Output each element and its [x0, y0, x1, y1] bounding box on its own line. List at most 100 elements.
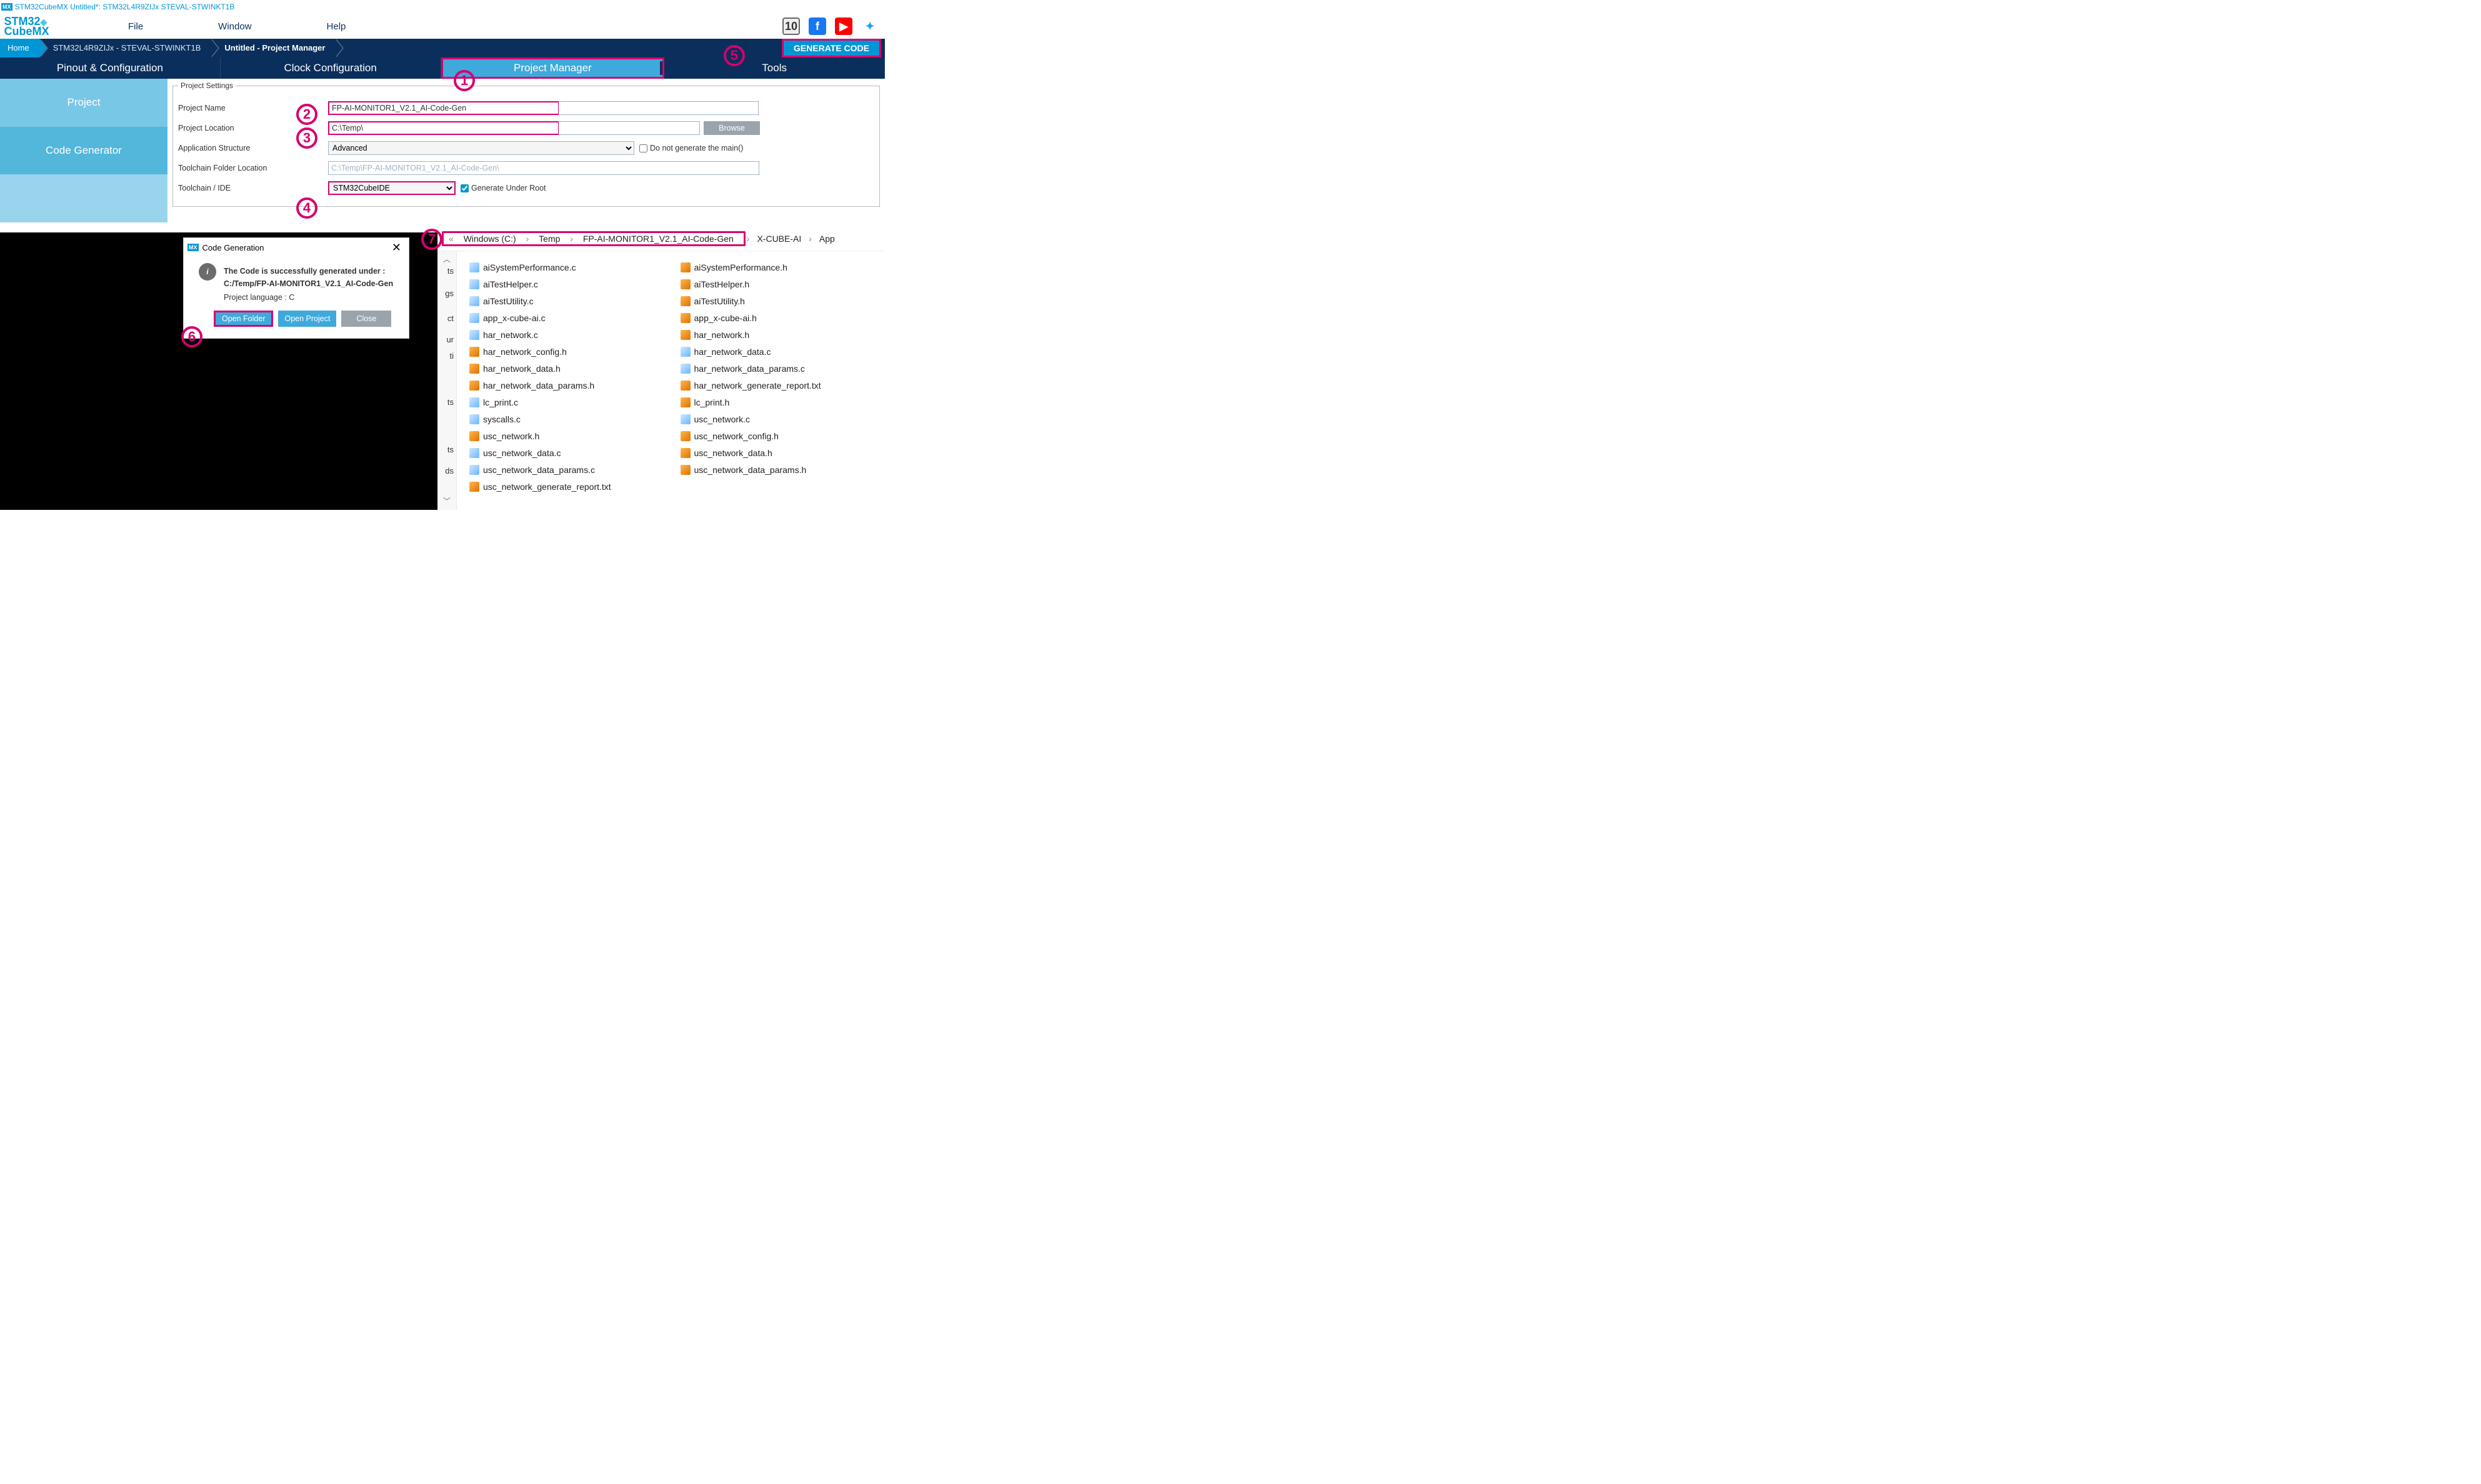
explorer-seg-0[interactable]: Windows (C:)	[457, 232, 522, 246]
callout-2: 2	[296, 104, 317, 125]
file-name: aiTestUtility.h	[694, 296, 745, 306]
file-item[interactable]: har_network_data_params.h	[469, 377, 668, 394]
file-item[interactable]: usc_network_data_params.h	[681, 461, 879, 478]
dialog-close-button[interactable]: ✕	[388, 241, 405, 254]
twitter-icon[interactable]: ✦	[861, 17, 879, 35]
tab-tools[interactable]: Tools	[664, 57, 885, 79]
tab-clock[interactable]: Clock Configuration	[221, 57, 441, 79]
c-file-icon	[469, 262, 479, 272]
file-item[interactable]: lc_print.c	[469, 394, 668, 411]
explorer-seg-2[interactable]: FP-AI-MONITOR1_V2.1_AI-Code-Gen	[577, 232, 740, 246]
file-item[interactable]: syscalls.c	[469, 411, 668, 427]
h-file-icon	[469, 364, 479, 374]
crumb-page[interactable]: Untitled - Project Manager	[211, 39, 335, 57]
generate-code-button[interactable]: GENERATE CODE	[782, 39, 881, 57]
file-name: har_network_data_params.c	[694, 364, 805, 374]
label-toolchain-folder: Toolchain Folder Location	[178, 164, 328, 172]
file-item[interactable]: har_network_data.c	[681, 343, 879, 360]
file-name: har_network_data.c	[694, 347, 771, 357]
menu-file[interactable]: File	[128, 21, 143, 32]
explorer-seg-4[interactable]: App	[813, 232, 841, 246]
checkbox-no-main-input[interactable]	[639, 144, 647, 152]
file-item[interactable]: app_x-cube-ai.c	[469, 309, 668, 326]
c-file-icon	[469, 397, 479, 407]
file-item[interactable]: usc_network.h	[469, 427, 668, 444]
h-file-icon	[681, 313, 691, 323]
scroll-up-icon[interactable]: ︿	[443, 254, 451, 264]
sidebar-item-project[interactable]: Project	[0, 79, 167, 127]
browse-button[interactable]: Browse	[704, 121, 760, 135]
tab-project-manager[interactable]: Project Manager	[441, 57, 665, 79]
h-file-icon	[681, 431, 691, 441]
file-item[interactable]: har_network_data_params.c	[681, 360, 879, 377]
explorer-seg-3[interactable]: X-CUBE-AI	[751, 232, 807, 246]
sidebar-item-code-generator[interactable]: Code Generator	[0, 127, 167, 175]
window-titlebar: MX STM32CubeMX Untitled*: STM32L4R9ZIJx …	[0, 0, 885, 14]
c-file-icon	[681, 414, 691, 424]
checkbox-gen-under-root[interactable]: Generate Under Root	[461, 184, 546, 192]
file-name: usc_network_data.h	[694, 448, 772, 458]
file-item[interactable]: app_x-cube-ai.h	[681, 309, 879, 326]
youtube-icon[interactable]: ▶	[835, 17, 852, 35]
file-item[interactable]: lc_print.h	[681, 394, 879, 411]
h-file-icon	[681, 279, 691, 289]
callout-5: 5	[724, 45, 745, 66]
explorer-crumb-highlight: « Windows (C:) › Temp › FP-AI-MONITOR1_V…	[442, 231, 746, 246]
checkbox-gen-under-root-input[interactable]	[461, 184, 469, 192]
file-item[interactable]: har_network_config.h	[469, 343, 668, 360]
open-project-button[interactable]: Open Project	[278, 311, 336, 327]
file-item[interactable]: aiSystemPerformance.c	[469, 259, 668, 276]
explorer-seg-1[interactable]: Temp	[532, 232, 566, 246]
open-folder-button[interactable]: Open Folder	[214, 311, 273, 327]
c-file-icon	[681, 347, 691, 357]
c-file-icon	[469, 296, 479, 306]
file-item[interactable]: har_network.h	[681, 326, 879, 343]
file-item[interactable]: usc_network_data_params.c	[469, 461, 668, 478]
crumb-device[interactable]: STM32L4R9ZIJx - STEVAL-STWINKT1B	[39, 39, 211, 57]
input-project-location[interactable]	[328, 121, 559, 135]
file-name: usc_network_config.h	[694, 431, 779, 441]
file-item[interactable]: aiTestHelper.h	[681, 276, 879, 292]
file-name: aiTestUtility.c	[483, 296, 534, 306]
chevron-right-icon: ›	[746, 234, 751, 244]
file-item[interactable]: aiTestUtility.c	[469, 292, 668, 309]
file-item[interactable]: aiTestHelper.c	[469, 276, 668, 292]
window-title: STM32CubeMX Untitled*: STM32L4R9ZIJx STE…	[15, 2, 235, 11]
dialog-close-btn[interactable]: Close	[341, 311, 391, 327]
file-item[interactable]: usc_network_config.h	[681, 427, 879, 444]
file-item[interactable]: usc_network_generate_report.txt	[469, 478, 668, 495]
file-item[interactable]: aiTestUtility.h	[681, 292, 879, 309]
file-name: har_network_generate_report.txt	[694, 381, 821, 391]
select-app-structure[interactable]: Advanced	[328, 141, 634, 155]
h-file-icon	[681, 330, 691, 340]
file-item[interactable]: usc_network.c	[681, 411, 879, 427]
scroll-down-icon[interactable]: ﹀	[443, 495, 451, 506]
h-file-icon	[681, 381, 691, 391]
input-toolchain-folder	[328, 161, 759, 175]
dialog-path: C:/Temp/FP-AI-MONITOR1_V2.1_AI-Code-Gen	[224, 279, 394, 288]
file-item[interactable]: usc_network_data.c	[469, 444, 668, 461]
chevron-left-icon[interactable]: «	[447, 234, 455, 244]
input-project-name[interactable]	[328, 101, 559, 115]
tab-pinout[interactable]: Pinout & Configuration	[0, 57, 221, 79]
h-file-icon	[469, 347, 479, 357]
h-file-icon	[469, 431, 479, 441]
explorer-file-grid: aiSystemPerformance.caiTestHelper.c aiTes…	[469, 259, 879, 504]
callout-4: 4	[296, 197, 317, 219]
file-name: har_network.c	[483, 330, 538, 340]
file-item[interactable]: har_network.c	[469, 326, 668, 343]
checkbox-no-main[interactable]: Do not generate the main()	[639, 144, 743, 152]
menu-window[interactable]: Window	[218, 21, 251, 32]
select-toolchain-ide[interactable]: STM32CubeIDE	[328, 181, 456, 195]
crumb-home[interactable]: Home	[0, 39, 39, 57]
file-item[interactable]: har_network_data.h	[469, 360, 668, 377]
file-explorer: « Windows (C:) › Temp › FP-AI-MONITOR1_V…	[437, 226, 885, 510]
file-name: har_network_data_params.h	[483, 381, 594, 391]
chevron-right-icon: ›	[569, 234, 574, 244]
ten-year-badge-icon: 10	[782, 17, 800, 35]
facebook-icon[interactable]: f	[809, 17, 826, 35]
file-item[interactable]: aiSystemPerformance.h	[681, 259, 879, 276]
file-item[interactable]: usc_network_data.h	[681, 444, 879, 461]
menu-help[interactable]: Help	[327, 21, 346, 32]
file-item[interactable]: har_network_generate_report.txt	[681, 377, 879, 394]
